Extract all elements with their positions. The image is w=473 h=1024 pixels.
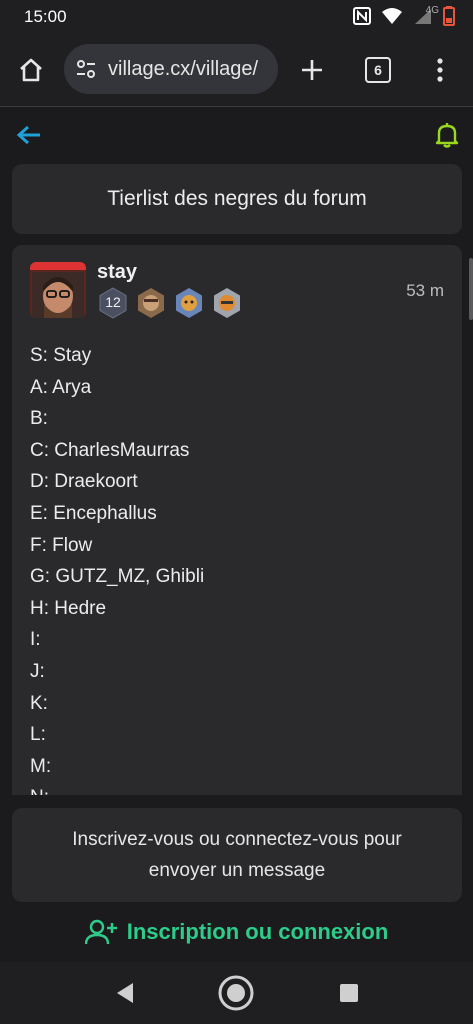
nav-recents-button[interactable] (334, 978, 364, 1008)
login-prompt-line1: Inscrivez-vous ou connectez-vous pour (72, 829, 402, 850)
status-bar: 15:00 4G (0, 0, 473, 34)
notifications-button[interactable] (432, 120, 462, 150)
badge-icon-1 (138, 288, 164, 318)
nav-back-icon (117, 983, 133, 1003)
network-type: 4G (425, 5, 439, 16)
level-number: 12 (105, 294, 121, 310)
menu-dots-icon (437, 58, 443, 82)
bell-icon (435, 123, 459, 148)
post-line: B: (30, 408, 48, 430)
tab-switcher-button[interactable]: 6 (362, 54, 394, 86)
status-icons: 4G (353, 5, 455, 26)
login-prompt: Inscrivez-vous ou connectez-vous pour en… (12, 808, 462, 902)
add-user-icon (84, 919, 117, 945)
post-line: S: Stay (30, 345, 92, 366)
new-tab-button[interactable] (296, 54, 328, 86)
post-line: D: Draekoort (30, 471, 138, 493)
post-time: 53 m (406, 281, 444, 300)
post-line: N: (30, 782, 204, 795)
post-line: H: Hedre (30, 597, 107, 619)
signup-login-label[interactable]: Inscription ou connexion (127, 919, 389, 945)
post-line: G: GUTZ_MZ, Ghibli (30, 566, 205, 588)
system-nav-bar (0, 962, 473, 1024)
level-badge: 12 (97, 287, 129, 319)
nfc-icon (353, 7, 371, 25)
page-scrollbar[interactable] (469, 258, 473, 320)
login-prompt-line2: envoyer un message (148, 860, 326, 881)
browser-toolbar: village.cx/village/ 6 (0, 34, 473, 107)
plus-icon (302, 60, 322, 80)
avatar[interactable] (30, 262, 86, 318)
nav-home-button[interactable] (217, 974, 255, 1012)
post-line: M: (30, 755, 52, 777)
home-button[interactable] (14, 54, 48, 86)
post-line: E: Encephallus (30, 502, 157, 524)
badge-icon-3 (214, 288, 240, 318)
status-time: 15:00 (24, 7, 67, 26)
user-badges: 12 (97, 287, 243, 319)
topic-title-box: Tierlist des negres du forum (12, 164, 462, 234)
post-author[interactable]: stay (97, 261, 137, 284)
back-button[interactable] (14, 120, 44, 150)
post-line: L: (30, 724, 46, 746)
post-line: J: (30, 660, 45, 682)
back-arrow-icon (16, 125, 40, 145)
signup-login-link[interactable]: Inscription ou connexion (0, 912, 473, 952)
tab-count: 6 (365, 57, 391, 83)
browser-menu-button[interactable] (426, 54, 454, 86)
post-card: stay 53 m 12 S: Stay A: Arya B: C: Charl… (12, 245, 462, 795)
url-text[interactable]: village.cx/village/ (108, 58, 278, 81)
avatar-image (30, 262, 86, 318)
post-line: C: CharlesMaurras (30, 439, 190, 461)
post-line: K: (30, 692, 48, 714)
home-icon (20, 58, 42, 82)
topic-title: Tierlist des negres du forum (107, 187, 367, 210)
battery-icon (443, 6, 455, 26)
nav-home-icon (218, 975, 254, 1011)
wifi-icon (382, 8, 402, 24)
badge-icon-2 (176, 288, 202, 318)
post-line: I: (30, 629, 41, 651)
nav-recents-icon (340, 984, 358, 1002)
nav-back-button[interactable] (110, 978, 140, 1008)
tune-icon[interactable] (74, 57, 98, 81)
post-body: S: Stay A: Arya B: C: CharlesMaurras D: … (30, 340, 204, 795)
post-line: A: Arya (30, 376, 92, 398)
post-line: F: Flow (30, 534, 93, 556)
url-bar[interactable]: village.cx/village/ (64, 44, 278, 94)
